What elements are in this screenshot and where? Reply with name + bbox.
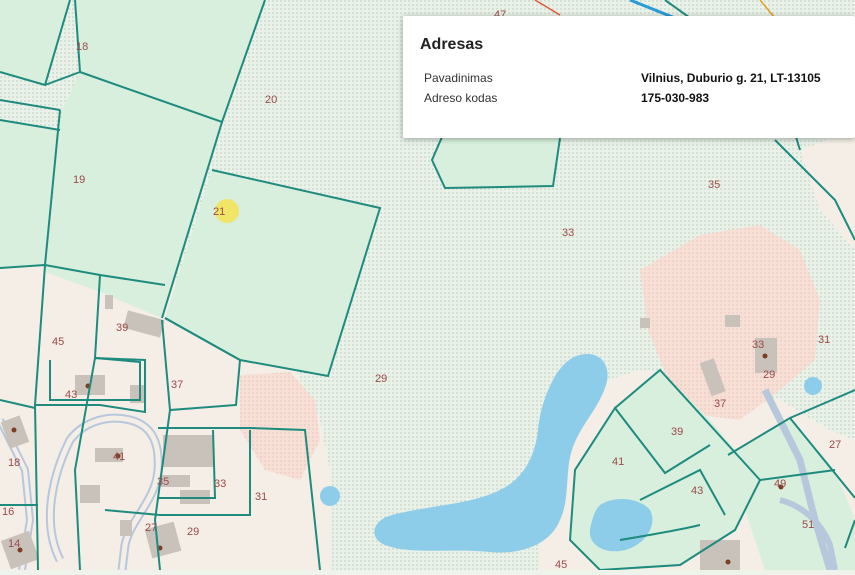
plot-label: 21 [213,206,225,218]
plot-label: 37 [171,379,183,391]
plot-label: 41 [612,456,624,468]
pond-west [320,486,340,506]
plot-label: 20 [265,94,277,106]
plot-label: 29 [763,369,775,381]
plot-label: 18 [76,41,88,53]
address-popup: Adresas Pavadinimas Vilnius, Duburio g. … [403,16,855,138]
plot-label: 35 [157,476,169,488]
plot-label: 27 [829,439,841,451]
popup-title: Adresas [420,36,484,53]
plot-label: 19 [73,174,85,186]
plot-label: 39 [116,322,128,334]
plot-label: 41 [113,451,125,463]
plot-label: 45 [52,336,64,348]
plot-label: 18 [8,457,20,469]
plot-label: 29 [375,373,387,385]
plot-label: 33 [214,478,226,490]
plot-label: 31 [818,334,830,346]
plot-label: 33 [562,227,574,239]
plot-label: 45 [555,559,567,570]
plot-label: 49 [774,478,786,490]
address-name-value: Vilnius, Duburio g. 21, LT-13105 [641,71,821,85]
plot-label: 29 [187,526,199,538]
plot-label: 51 [802,519,814,531]
plot-label: 37 [714,398,726,410]
plot-label: 35 [708,179,720,191]
pond-east [804,377,822,395]
plot-label: 27 [145,522,157,534]
address-name-label: Pavadinimas [424,71,493,85]
plot-label: 43 [65,389,77,401]
plot-label: 14 [8,538,20,550]
plot-label: 43 [691,485,703,497]
plot-label: 39 [671,426,683,438]
address-code-label: Adreso kodas [424,91,498,105]
plot-label: 16 [2,506,14,518]
plot-label: 33 [752,339,764,351]
address-code-value: 175-030-983 [641,91,710,105]
plot-label: 31 [255,491,267,503]
green-parcel-north [432,130,560,188]
